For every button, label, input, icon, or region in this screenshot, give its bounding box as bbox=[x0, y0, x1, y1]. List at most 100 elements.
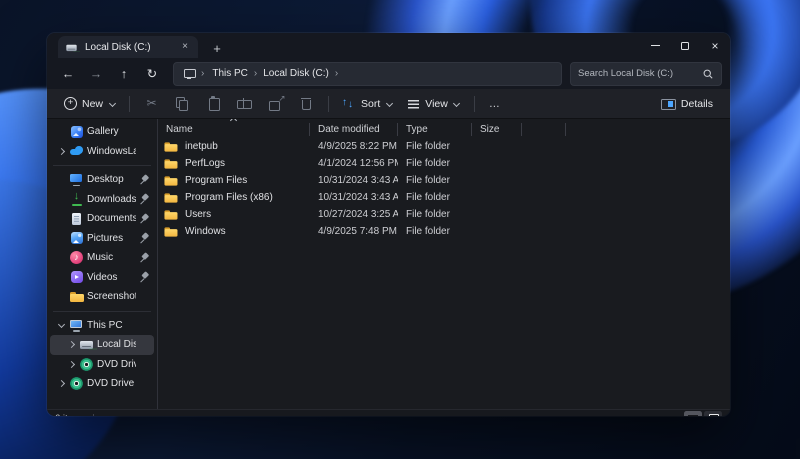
file-type: File folder bbox=[398, 226, 472, 237]
file-explorer-window: Local Disk (C:) × + × ← → ↑ ↻ › This PC›… bbox=[47, 33, 730, 416]
sidebar-item-screenshots[interactable]: Screenshots bbox=[50, 287, 154, 307]
sidebar-item-downloads[interactable]: Downloads bbox=[50, 190, 154, 210]
sidebar-item-label: DVD Drive (D:) bbox=[97, 359, 136, 370]
breadcrumb-item-local-disk-c[interactable]: Local Disk (C:) bbox=[258, 66, 334, 81]
sidebar-item-windowslatest[interactable]: WindowsLatest bbox=[50, 142, 154, 162]
folder-icon bbox=[69, 289, 84, 304]
folder-icon bbox=[164, 208, 178, 222]
share-icon[interactable] bbox=[263, 92, 289, 116]
sidebar-item-pictures[interactable]: Pictures bbox=[50, 229, 154, 249]
sidebar-item-videos[interactable]: Videos bbox=[50, 268, 154, 288]
status-bar: 6 items bbox=[47, 409, 730, 416]
chevron-icon[interactable] bbox=[66, 340, 76, 350]
pictures-icon bbox=[69, 231, 84, 246]
sidebar-item-label: Music bbox=[87, 252, 136, 263]
sidebar-item-desktop[interactable]: Desktop bbox=[50, 170, 154, 190]
new-tab-button[interactable]: + bbox=[206, 38, 228, 58]
sidebar-item-label: Videos bbox=[87, 272, 136, 283]
file-date-modified: 4/1/2024 12:56 PM bbox=[310, 158, 398, 169]
details-view-toggle[interactable] bbox=[684, 411, 702, 416]
breadcrumb-chevron-icon: › bbox=[334, 68, 339, 79]
window-controls: × bbox=[640, 33, 730, 58]
rename-icon[interactable] bbox=[232, 92, 258, 116]
search-input[interactable] bbox=[578, 68, 698, 79]
sidebar-item-dvd-drive-d[interactable]: DVD Drive (D:) bbox=[50, 355, 154, 375]
column-header-date-modified[interactable]: Date modified bbox=[310, 123, 398, 136]
sidebar-item-label: This PC bbox=[87, 320, 136, 331]
sidebar-item-this-pc[interactable]: This PC bbox=[50, 316, 154, 336]
sidebar-item-dvd-drive-d-c[interactable]: DVD Drive (D:) C bbox=[50, 374, 154, 394]
file-date-modified: 4/9/2025 7:48 PM bbox=[310, 226, 398, 237]
refresh-button[interactable]: ↻ bbox=[139, 62, 165, 86]
sort-button-label: Sort bbox=[361, 98, 380, 110]
chevron-icon[interactable] bbox=[56, 379, 66, 389]
sidebar-item-label: Documents bbox=[87, 213, 136, 224]
details-pane-icon bbox=[660, 97, 676, 110]
delete-icon[interactable] bbox=[294, 92, 320, 116]
view-button-label: View bbox=[425, 98, 448, 110]
cut-icon[interactable] bbox=[139, 92, 165, 116]
see-more-button[interactable]: … bbox=[481, 96, 509, 112]
view-toggles bbox=[684, 411, 722, 416]
new-button[interactable]: New bbox=[57, 94, 123, 113]
sidebar-item-label: Downloads bbox=[87, 194, 136, 205]
file-type: File folder bbox=[398, 158, 472, 169]
forward-button[interactable]: → bbox=[83, 62, 109, 86]
table-row[interactable]: Windows 4/9/2025 7:48 PM File folder bbox=[158, 223, 730, 240]
sidebar-item-local-disk-c[interactable]: Local Disk (C:) bbox=[50, 335, 154, 355]
details-pane-button[interactable]: Details bbox=[653, 94, 720, 113]
breadcrumb-item-this-pc[interactable]: This PC bbox=[207, 66, 253, 81]
file-type: File folder bbox=[398, 192, 472, 203]
navigation-pane: Gallery WindowsLatest Desktop Downloads … bbox=[47, 119, 158, 409]
minimize-button[interactable] bbox=[640, 33, 670, 58]
view-button[interactable]: View bbox=[400, 94, 468, 113]
folder-icon bbox=[164, 174, 178, 188]
toolbar-divider bbox=[328, 96, 329, 112]
search-box[interactable] bbox=[570, 62, 722, 86]
close-button[interactable]: × bbox=[700, 33, 730, 58]
details-pane-label: Details bbox=[681, 98, 713, 110]
table-row[interactable]: PerfLogs 4/1/2024 12:56 PM File folder bbox=[158, 155, 730, 172]
up-button[interactable]: ↑ bbox=[111, 62, 137, 86]
sidebar-item-gallery[interactable]: Gallery bbox=[50, 122, 154, 142]
breadcrumb[interactable]: › This PC›Local Disk (C:)› bbox=[173, 62, 562, 86]
thispc-icon bbox=[69, 318, 84, 333]
table-row[interactable]: Users 10/27/2024 3:25 AM File folder bbox=[158, 206, 730, 223]
breadcrumb-chevron-icon: › bbox=[200, 68, 205, 79]
copy-icon[interactable] bbox=[170, 92, 196, 116]
table-row[interactable]: inetpub 4/9/2025 8:22 PM File folder bbox=[158, 138, 730, 155]
tab-local-disk-c[interactable]: Local Disk (C:) × bbox=[58, 36, 198, 58]
pin-icon bbox=[139, 253, 149, 263]
paste-icon[interactable] bbox=[201, 92, 227, 116]
dvd-icon bbox=[69, 376, 84, 391]
column-header-spacer bbox=[522, 123, 566, 136]
large-icons-view-toggle[interactable] bbox=[704, 411, 722, 416]
file-name: Windows bbox=[185, 226, 226, 237]
gallery-icon bbox=[69, 124, 84, 139]
tab-bar: Local Disk (C:) × + × bbox=[47, 33, 730, 58]
column-header-size[interactable]: Size bbox=[472, 123, 522, 136]
chevron-icon[interactable] bbox=[66, 359, 76, 369]
table-row[interactable]: Program Files (x86) 10/31/2024 3:43 AM F… bbox=[158, 189, 730, 206]
column-header-type[interactable]: Type bbox=[398, 123, 472, 136]
folder-icon bbox=[164, 140, 178, 154]
column-header-name[interactable]: Name bbox=[158, 123, 310, 136]
sort-arrows-icon bbox=[342, 97, 356, 110]
back-button[interactable]: ← bbox=[55, 62, 81, 86]
sidebar-item-music[interactable]: Music bbox=[50, 248, 154, 268]
tab-close-icon[interactable]: × bbox=[178, 40, 192, 54]
view-lines-icon bbox=[407, 97, 420, 110]
table-row[interactable]: Program Files 10/31/2024 3:43 AM File fo… bbox=[158, 172, 730, 189]
sidebar-item-label: Pictures bbox=[87, 233, 136, 244]
sort-button[interactable]: Sort bbox=[335, 94, 400, 113]
plus-circle-icon bbox=[64, 97, 77, 110]
tab-label: Local Disk (C:) bbox=[85, 42, 172, 53]
file-name: Program Files bbox=[185, 175, 247, 186]
music-icon bbox=[69, 250, 84, 265]
chevron-icon[interactable] bbox=[56, 320, 66, 330]
maximize-button[interactable] bbox=[670, 33, 700, 58]
dvd-icon bbox=[79, 357, 94, 372]
window-content: Gallery WindowsLatest Desktop Downloads … bbox=[47, 119, 730, 409]
sidebar-item-documents[interactable]: Documents bbox=[50, 209, 154, 229]
chevron-icon[interactable] bbox=[56, 146, 66, 156]
